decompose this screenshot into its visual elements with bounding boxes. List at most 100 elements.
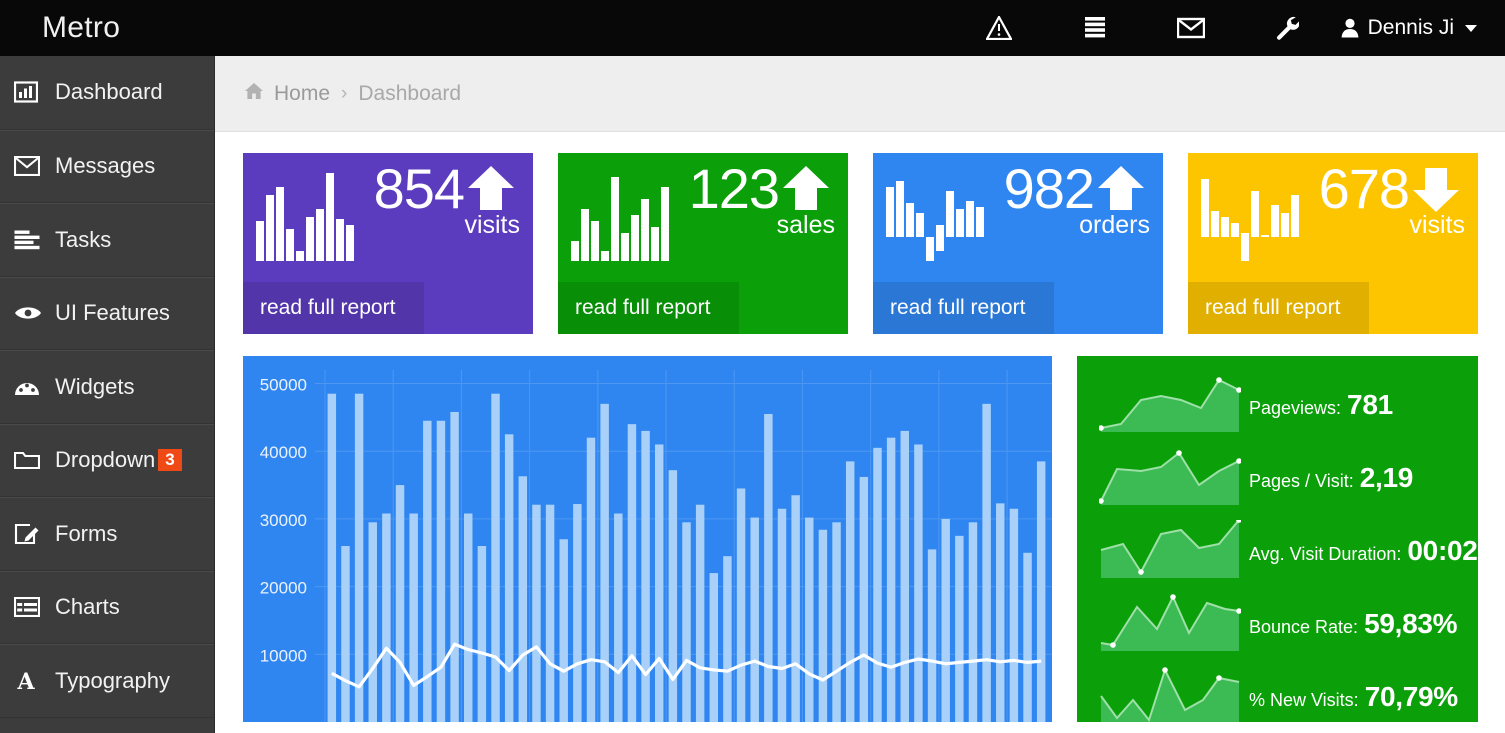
sidebar-item-messages[interactable]: Messages: [0, 130, 214, 204]
sparkline-area-icon: [1099, 593, 1241, 655]
summary-value: 781: [1347, 389, 1393, 421]
tile-number-row: 678: [1319, 160, 1465, 219]
chevron-down-icon: [1465, 25, 1477, 32]
tile-value: 982: [1004, 160, 1094, 219]
tile-unit: visits: [1409, 213, 1465, 238]
sidebar-item-widgets[interactable]: Widgets: [0, 350, 214, 424]
summary-text: Avg. Visit Duration: 00:02:58: [1249, 535, 1478, 567]
bar: [832, 522, 840, 722]
tile-top: 678 visits: [1188, 153, 1478, 278]
dashboard-icon: [14, 376, 44, 398]
bar: [860, 477, 868, 722]
wrench-icon[interactable]: [1239, 0, 1335, 56]
bar: [791, 495, 799, 722]
summary-row[interactable]: Avg. Visit Duration: 00:02:58: [1077, 514, 1478, 587]
bar: [450, 412, 458, 722]
bar: [505, 434, 513, 722]
breadcrumb: Home › Dashboard: [215, 56, 1505, 132]
bar: [519, 476, 527, 722]
visits-bar-chart[interactable]: 1000020000300004000050000: [243, 356, 1052, 722]
sidebar-item-dropdown[interactable]: Dropdown 3: [0, 424, 214, 498]
stat-tile-visits-purple[interactable]: 854 visits read full report: [243, 153, 533, 334]
tile-report-link[interactable]: read full report: [1188, 282, 1369, 334]
sidebar-item-dashboard[interactable]: Dashboard: [0, 56, 214, 130]
bar: [996, 503, 1004, 722]
tile-report-link[interactable]: read full report: [558, 282, 739, 334]
bar: [559, 539, 567, 722]
summary-row[interactable]: % New Visits: 70,79%: [1077, 660, 1478, 722]
navbar-icon-group: Dennis Ji: [951, 0, 1505, 56]
y-axis-tick-label: 40000: [260, 443, 307, 462]
summary-label: Avg. Visit Duration:: [1249, 544, 1401, 565]
bar: [710, 573, 718, 722]
stat-tile-sales-green[interactable]: 123 sales read full report: [558, 153, 848, 334]
sidebar-item-typography[interactable]: A Typography: [0, 644, 214, 718]
arrow-up-icon: [462, 160, 520, 218]
tile-value-block: 678 visits: [1299, 160, 1465, 238]
tile-unit: sales: [777, 213, 835, 238]
bar: [982, 404, 990, 722]
sparkline-bars-icon: [886, 173, 984, 261]
top-navbar: Metro: [0, 0, 1505, 56]
sidebar-item-label: Dashboard: [55, 81, 163, 103]
bar: [641, 431, 649, 722]
sparkline-bars-icon: [256, 173, 354, 261]
bar: [873, 448, 881, 722]
brand-logo[interactable]: Metro: [0, 0, 215, 56]
user-name: Dennis Ji: [1368, 16, 1454, 40]
bar: [587, 438, 595, 722]
tile-number-row: 982: [1004, 160, 1150, 219]
summary-label: % New Visits:: [1249, 690, 1359, 711]
stat-tile-row: 854 visits read full report: [215, 132, 1505, 334]
bar: [491, 394, 499, 722]
stat-tile-orders-blue[interactable]: 982 orders read full report: [873, 153, 1163, 334]
tile-report-link[interactable]: read full report: [873, 282, 1054, 334]
bar: [723, 556, 731, 722]
y-axis-tick-label: 50000: [260, 376, 307, 395]
user-menu[interactable]: Dennis Ji: [1335, 0, 1487, 56]
dashboard-page: Metro: [0, 0, 1505, 733]
bar: [914, 444, 922, 722]
tile-value-block: 982 orders: [984, 160, 1150, 238]
sparkline-area-icon: [1099, 666, 1241, 723]
sparkline-area-icon: [1099, 520, 1241, 582]
sidebar-item-tasks[interactable]: Tasks: [0, 203, 214, 277]
warning-icon[interactable]: [951, 0, 1047, 56]
tasks-list-icon[interactable]: [1047, 0, 1143, 56]
sidebar-item-forms[interactable]: Forms: [0, 497, 214, 571]
y-axis-tick-label: 10000: [260, 646, 307, 665]
breadcrumb-home-label: Home: [274, 82, 330, 106]
sidebar-item-charts[interactable]: Charts: [0, 571, 214, 645]
bar: [805, 518, 813, 722]
stat-tile-visits-yellow[interactable]: 678 visits read full report: [1188, 153, 1478, 334]
bar: [328, 394, 336, 722]
tile-value: 678: [1319, 160, 1409, 219]
summary-label: Pages / Visit:: [1249, 471, 1354, 492]
summary-text: % New Visits: 70,79%: [1249, 681, 1458, 713]
breadcrumb-home-link[interactable]: Home: [244, 82, 330, 106]
sidebar-item-label: Tasks: [55, 229, 111, 251]
tile-number-row: 854: [374, 160, 520, 219]
envelope-icon[interactable]: [1143, 0, 1239, 56]
tile-unit: visits: [464, 213, 520, 238]
sidebar-item-label: UI Features: [55, 302, 170, 324]
y-axis-tick-label: 20000: [260, 579, 307, 598]
tasks-icon: [14, 230, 44, 250]
tile-value: 123: [689, 160, 779, 219]
bar: [655, 444, 663, 722]
tile-value: 854: [374, 160, 464, 219]
bar: [437, 421, 445, 722]
summary-row[interactable]: Pageviews: 781: [1077, 368, 1478, 441]
tile-report-link[interactable]: read full report: [243, 282, 424, 334]
font-icon: A: [14, 670, 44, 692]
main-content: Home › Dashboard: [215, 56, 1505, 733]
bar: [546, 505, 554, 722]
tile-top: 982 orders: [873, 153, 1163, 278]
bar: [737, 488, 745, 722]
summary-row[interactable]: Bounce Rate: 59,83%: [1077, 587, 1478, 660]
sidebar-item-ui-features[interactable]: UI Features: [0, 277, 214, 351]
bar: [778, 509, 786, 722]
summary-row[interactable]: Pages / Visit: 2,19: [1077, 441, 1478, 514]
bar: [614, 514, 622, 722]
bar: [532, 505, 540, 722]
